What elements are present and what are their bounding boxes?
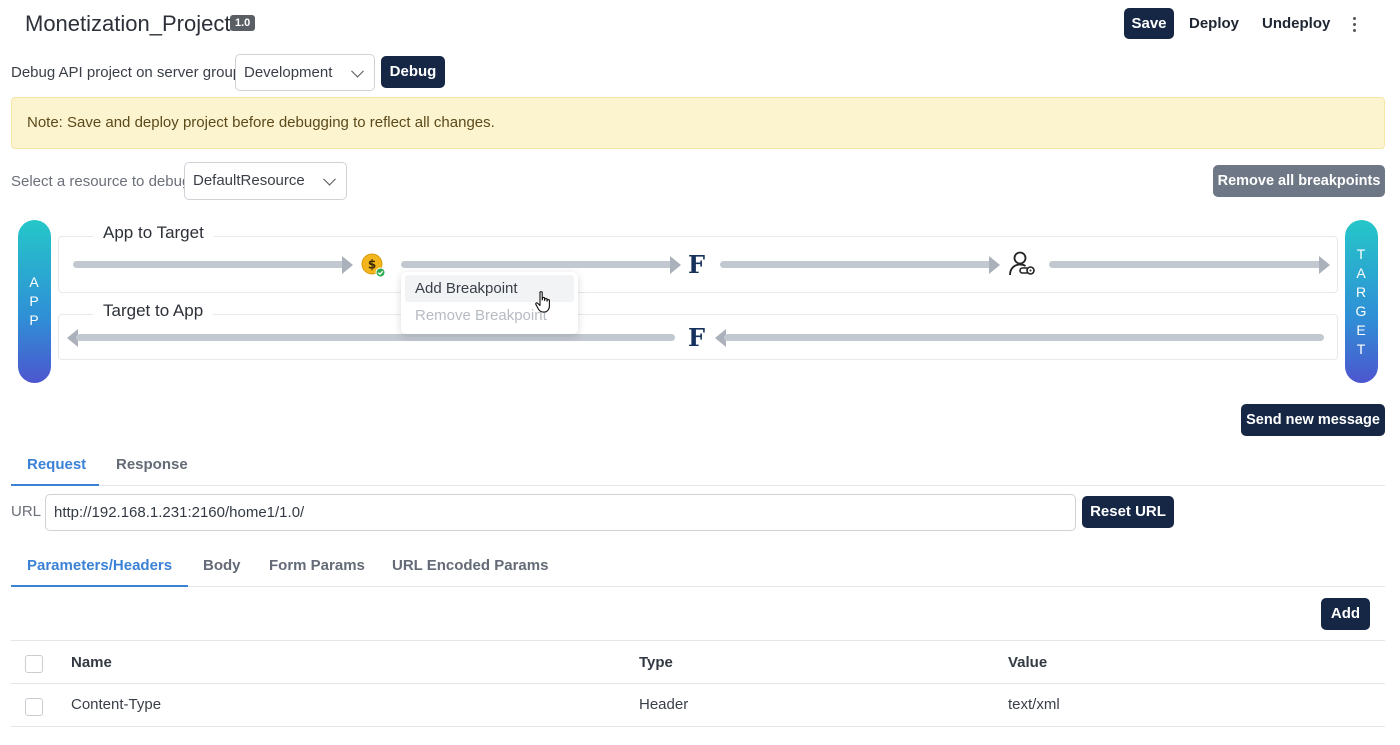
column-type-header: Type bbox=[639, 654, 673, 671]
target-endpoint: T A R G E T bbox=[1345, 220, 1378, 383]
target-letter: T bbox=[1356, 245, 1367, 262]
tab-parameters-headers[interactable]: Parameters/Headers bbox=[27, 557, 172, 574]
debug-server-group-label: Debug API project on server group bbox=[11, 64, 242, 81]
request-response-tabs bbox=[11, 485, 1385, 486]
resource-value: DefaultResource bbox=[193, 172, 305, 189]
arrow-head-right-icon bbox=[989, 256, 1000, 274]
arrow-head-right-icon bbox=[670, 256, 681, 274]
param-name: Content-Type bbox=[71, 696, 162, 713]
app-endpoint: A P P bbox=[18, 220, 51, 383]
save-button[interactable]: Save bbox=[1124, 8, 1174, 39]
tab-body[interactable]: Body bbox=[203, 557, 241, 574]
app-letter: P bbox=[29, 312, 40, 328]
tab-response[interactable]: Response bbox=[116, 456, 188, 473]
target-letter: T bbox=[1356, 340, 1367, 357]
arrow-head-right-icon bbox=[342, 256, 353, 274]
user-key-icon[interactable] bbox=[1008, 250, 1036, 278]
app-letter: P bbox=[29, 293, 40, 309]
tab-url-encoded-params[interactable]: URL Encoded Params bbox=[392, 557, 548, 574]
target-letter: G bbox=[1355, 302, 1368, 319]
flow-arrow bbox=[76, 334, 675, 341]
flow-arrow bbox=[401, 261, 673, 268]
url-input[interactable] bbox=[45, 494, 1076, 531]
flow-arrow bbox=[720, 261, 992, 268]
project-title: Monetization_Project bbox=[25, 11, 231, 36]
resource-label: Select a resource to debug bbox=[11, 173, 191, 190]
arrow-head-right-icon bbox=[1319, 256, 1330, 274]
param-value: text/xml bbox=[1008, 696, 1060, 713]
app-letter: A bbox=[29, 274, 40, 290]
active-tab-underline bbox=[11, 484, 99, 486]
flow-arrow bbox=[724, 334, 1324, 341]
target-letter: E bbox=[1356, 321, 1367, 338]
target-letter: R bbox=[1355, 283, 1368, 300]
request-lane-title: App to Target bbox=[93, 223, 214, 243]
f-policy-icon[interactable]: F bbox=[688, 326, 705, 350]
server-group-select[interactable]: Development bbox=[235, 54, 375, 91]
url-label: URL bbox=[11, 503, 42, 520]
undeploy-button[interactable]: Undeploy bbox=[1262, 15, 1330, 32]
hand-pointer-icon bbox=[535, 291, 550, 313]
tab-request[interactable]: Request bbox=[27, 456, 86, 473]
column-name-header: Name bbox=[71, 654, 112, 671]
flow-arrow bbox=[73, 261, 345, 268]
params-tabs bbox=[11, 586, 1385, 587]
tab-form-params[interactable]: Form Params bbox=[269, 557, 365, 574]
f-policy-icon[interactable]: F bbox=[688, 253, 705, 277]
row-checkbox[interactable] bbox=[25, 698, 43, 716]
select-all-checkbox[interactable] bbox=[25, 655, 43, 673]
chevron-down-icon bbox=[323, 172, 336, 186]
note-banner: Note: Save and deploy project before deb… bbox=[11, 97, 1385, 149]
flow-arrow bbox=[1049, 261, 1322, 268]
params-table-header: Name Type Value bbox=[11, 640, 1385, 684]
remove-all-breakpoints-button[interactable]: Remove all breakpoints bbox=[1213, 165, 1385, 197]
chevron-down-icon bbox=[351, 64, 364, 78]
response-lane-title: Target to App bbox=[93, 301, 214, 321]
server-group-value: Development bbox=[244, 64, 333, 81]
add-parameter-button[interactable]: Add bbox=[1321, 598, 1370, 630]
column-value-header: Value bbox=[1008, 654, 1048, 671]
coin-glyph: $ bbox=[368, 258, 376, 272]
active-tab-underline bbox=[11, 585, 188, 587]
deploy-button[interactable]: Deploy bbox=[1189, 15, 1239, 32]
monetization-coin-icon[interactable]: $ bbox=[361, 253, 385, 277]
param-type: Header bbox=[639, 696, 689, 713]
resource-select[interactable]: DefaultResource bbox=[184, 162, 347, 200]
reset-url-button[interactable]: Reset URL bbox=[1082, 496, 1174, 528]
target-letter: A bbox=[1356, 264, 1367, 281]
send-new-message-button[interactable]: Send new message bbox=[1241, 404, 1385, 436]
table-row: Content-Type Header text/xml bbox=[11, 684, 1385, 727]
debug-button[interactable]: Debug bbox=[381, 56, 445, 88]
kebab-vertical-icon[interactable] bbox=[1344, 13, 1364, 35]
version-badge: 1.0 bbox=[230, 15, 256, 31]
